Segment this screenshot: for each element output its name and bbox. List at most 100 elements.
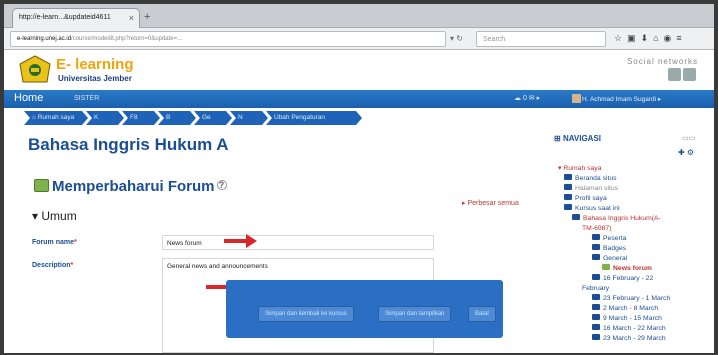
nav-item-badges[interactable]: Badges [554, 244, 710, 254]
description-label-text: Description [32, 262, 71, 269]
new-tab-icon[interactable]: + [144, 11, 150, 23]
forum-icon [602, 264, 610, 270]
nav-label: Beranda situs [575, 175, 617, 182]
page-heading-text: Memperbaharui Forum [52, 178, 215, 195]
breadcrumb-item[interactable]: B [158, 111, 196, 125]
course-title: Bahasa Inggris Hukum A [28, 135, 229, 154]
folder-icon [592, 274, 600, 280]
messages-indicator[interactable]: ☁ 0 ✉ ▸ [514, 94, 540, 102]
nav-item-course-cont: TM-6987) [554, 224, 710, 234]
nav-item-week[interactable]: 16 March - 22 March [554, 324, 710, 334]
nav-item-course[interactable]: Bahasa Inggris Hukum(A- [554, 214, 710, 224]
top-navigation: Home SISTER ☁ 0 ✉ ▸ H. Achmad Imam Sugar… [4, 90, 714, 108]
nav-item-news-forum[interactable]: News forum [554, 264, 710, 274]
expand-all-link[interactable]: ▸ Perbesar semua [462, 199, 519, 207]
breadcrumb-home[interactable]: ⌂ Rumah saya [24, 111, 88, 125]
reload-icon[interactable]: ▾ ↻ [450, 34, 463, 43]
forum-name-value: News forum [167, 240, 202, 247]
breadcrumb-current[interactable]: Ubah Pengaturan [266, 111, 362, 125]
save-and-display-button[interactable]: Simpan dan tampilkan [378, 306, 452, 322]
nav-item-week[interactable]: 23 February - 1 March [554, 294, 710, 304]
browser-tab[interactable]: http://e-learn...&updateid4611 × [12, 8, 140, 28]
forum-name-field[interactable]: News forum [162, 235, 434, 250]
tab-bar: http://e-learn...&updateid4611 × + [4, 4, 714, 28]
folder-icon [564, 184, 572, 190]
home-link[interactable]: Home [14, 92, 43, 104]
nav-item-week[interactable]: 16 February - 22 [554, 274, 710, 284]
nav-item-beranda-situs[interactable]: Beranda situs [554, 174, 710, 184]
folder-icon [592, 324, 600, 330]
nav-label: 2 March - 8 March [603, 305, 659, 312]
nav-label: 23 March - 29 March [603, 335, 666, 342]
nav-item-halaman-situs[interactable]: Halaman situs [554, 184, 710, 194]
search-box[interactable]: Search [476, 31, 606, 47]
toolbar-icons[interactable]: ☆▣⬇⌂◉≡ [614, 33, 687, 44]
navigation-title-text: NAVIGASI [562, 134, 602, 143]
nav-item-rumah-saya[interactable]: ▾ Rumah saya [554, 164, 710, 174]
folder-icon [592, 314, 600, 320]
folder-icon [572, 214, 580, 220]
search-placeholder: Search [483, 36, 506, 43]
nav-item-general[interactable]: General [554, 254, 710, 264]
dock-icon[interactable]: ✚ ⚙ [678, 148, 694, 157]
facebook-icon[interactable] [668, 68, 681, 81]
close-tab-icon[interactable]: × [129, 13, 134, 23]
university-logo-icon[interactable] [18, 55, 52, 85]
forum-icon [34, 179, 49, 192]
help-icon[interactable]: ? [216, 180, 227, 190]
breadcrumb-item[interactable]: N [230, 111, 268, 125]
nav-label: 23 February - 1 March [603, 295, 671, 302]
nav-item-week[interactable]: 23 March - 29 March [554, 334, 710, 344]
nav-label: Badges [603, 245, 627, 252]
breadcrumb-item[interactable]: Ge [194, 111, 232, 125]
page-heading: Memperbaharui Forum? [34, 178, 227, 195]
nav-label: TM-6987) [582, 225, 612, 232]
nav-item-peserta[interactable]: Peserta [554, 234, 710, 244]
breadcrumb-item[interactable]: K [86, 111, 124, 125]
avatar [572, 94, 581, 103]
cancel-button[interactable]: Batal [468, 306, 496, 322]
red-arrow-annotation [224, 234, 257, 248]
social-icons [666, 68, 696, 86]
section-title: Umum [41, 209, 77, 223]
site-header: E- learning Universitas Jember Social ne… [4, 50, 714, 90]
folder-icon [592, 234, 600, 240]
address-bar[interactable]: e-learning.unej.ac.id/course/modedit.php… [10, 31, 446, 47]
brand-title: E- learning [56, 56, 134, 73]
sister-link[interactable]: SISTER [74, 95, 99, 102]
nav-label: Peserta [603, 235, 627, 242]
brand-subtitle: Universitas Jember [58, 74, 132, 83]
nav-label: Rumah saya [563, 165, 602, 172]
section-general[interactable]: ▾ Umum [32, 209, 77, 223]
forum-name-label: Forum name* [32, 239, 77, 246]
block-actions-icon[interactable]: ▭▭ [682, 134, 695, 142]
user-menu[interactable]: H. Achmad Imam Sugardi ▸ [582, 95, 661, 103]
folder-icon [592, 304, 600, 310]
nav-item-week[interactable]: 9 March - 15 March [554, 314, 710, 324]
folder-icon [592, 254, 600, 260]
folder-icon [564, 174, 572, 180]
nav-item-profil-saya[interactable]: Profil saya [554, 194, 710, 204]
url-host: e-learning.unej.ac.id [17, 36, 72, 42]
social-label: Social networks [626, 57, 698, 66]
browser-toolbar: e-learning.unej.ac.id/course/modedit.php… [4, 28, 714, 50]
form-buttons: Simpan dan kembali ke kursus Simpan dan … [226, 280, 503, 338]
twitter-icon[interactable] [683, 68, 696, 81]
breadcrumb-label: Rumah saya [37, 114, 75, 121]
nav-label: 9 March - 15 March [603, 315, 662, 322]
description-value: General news and announcements [167, 263, 268, 270]
expand-all-label: Perbesar semua [467, 200, 519, 207]
nav-item-week[interactable]: 2 March - 8 March [554, 304, 710, 314]
save-and-return-button[interactable]: Simpan dan kembali ke kursus [258, 306, 354, 322]
nav-item-kursus-saat-ini[interactable]: Kursus saat ini [554, 204, 710, 214]
nav-label: Halaman situs [575, 185, 619, 192]
breadcrumb: ⌂ Rumah saya K F8 B Ge N Ubah Pengaturan [24, 111, 714, 127]
browser-window: http://e-learn...&updateid4611 × + e-lea… [4, 4, 714, 353]
nav-label: News forum [613, 265, 652, 272]
folder-icon [592, 334, 600, 340]
breadcrumb-item[interactable]: F8 [122, 111, 160, 125]
folder-icon [564, 204, 572, 210]
nav-label: Kursus saat ini [575, 205, 620, 212]
nav-label: 16 February - 22 [603, 275, 654, 282]
folder-icon [592, 294, 600, 300]
